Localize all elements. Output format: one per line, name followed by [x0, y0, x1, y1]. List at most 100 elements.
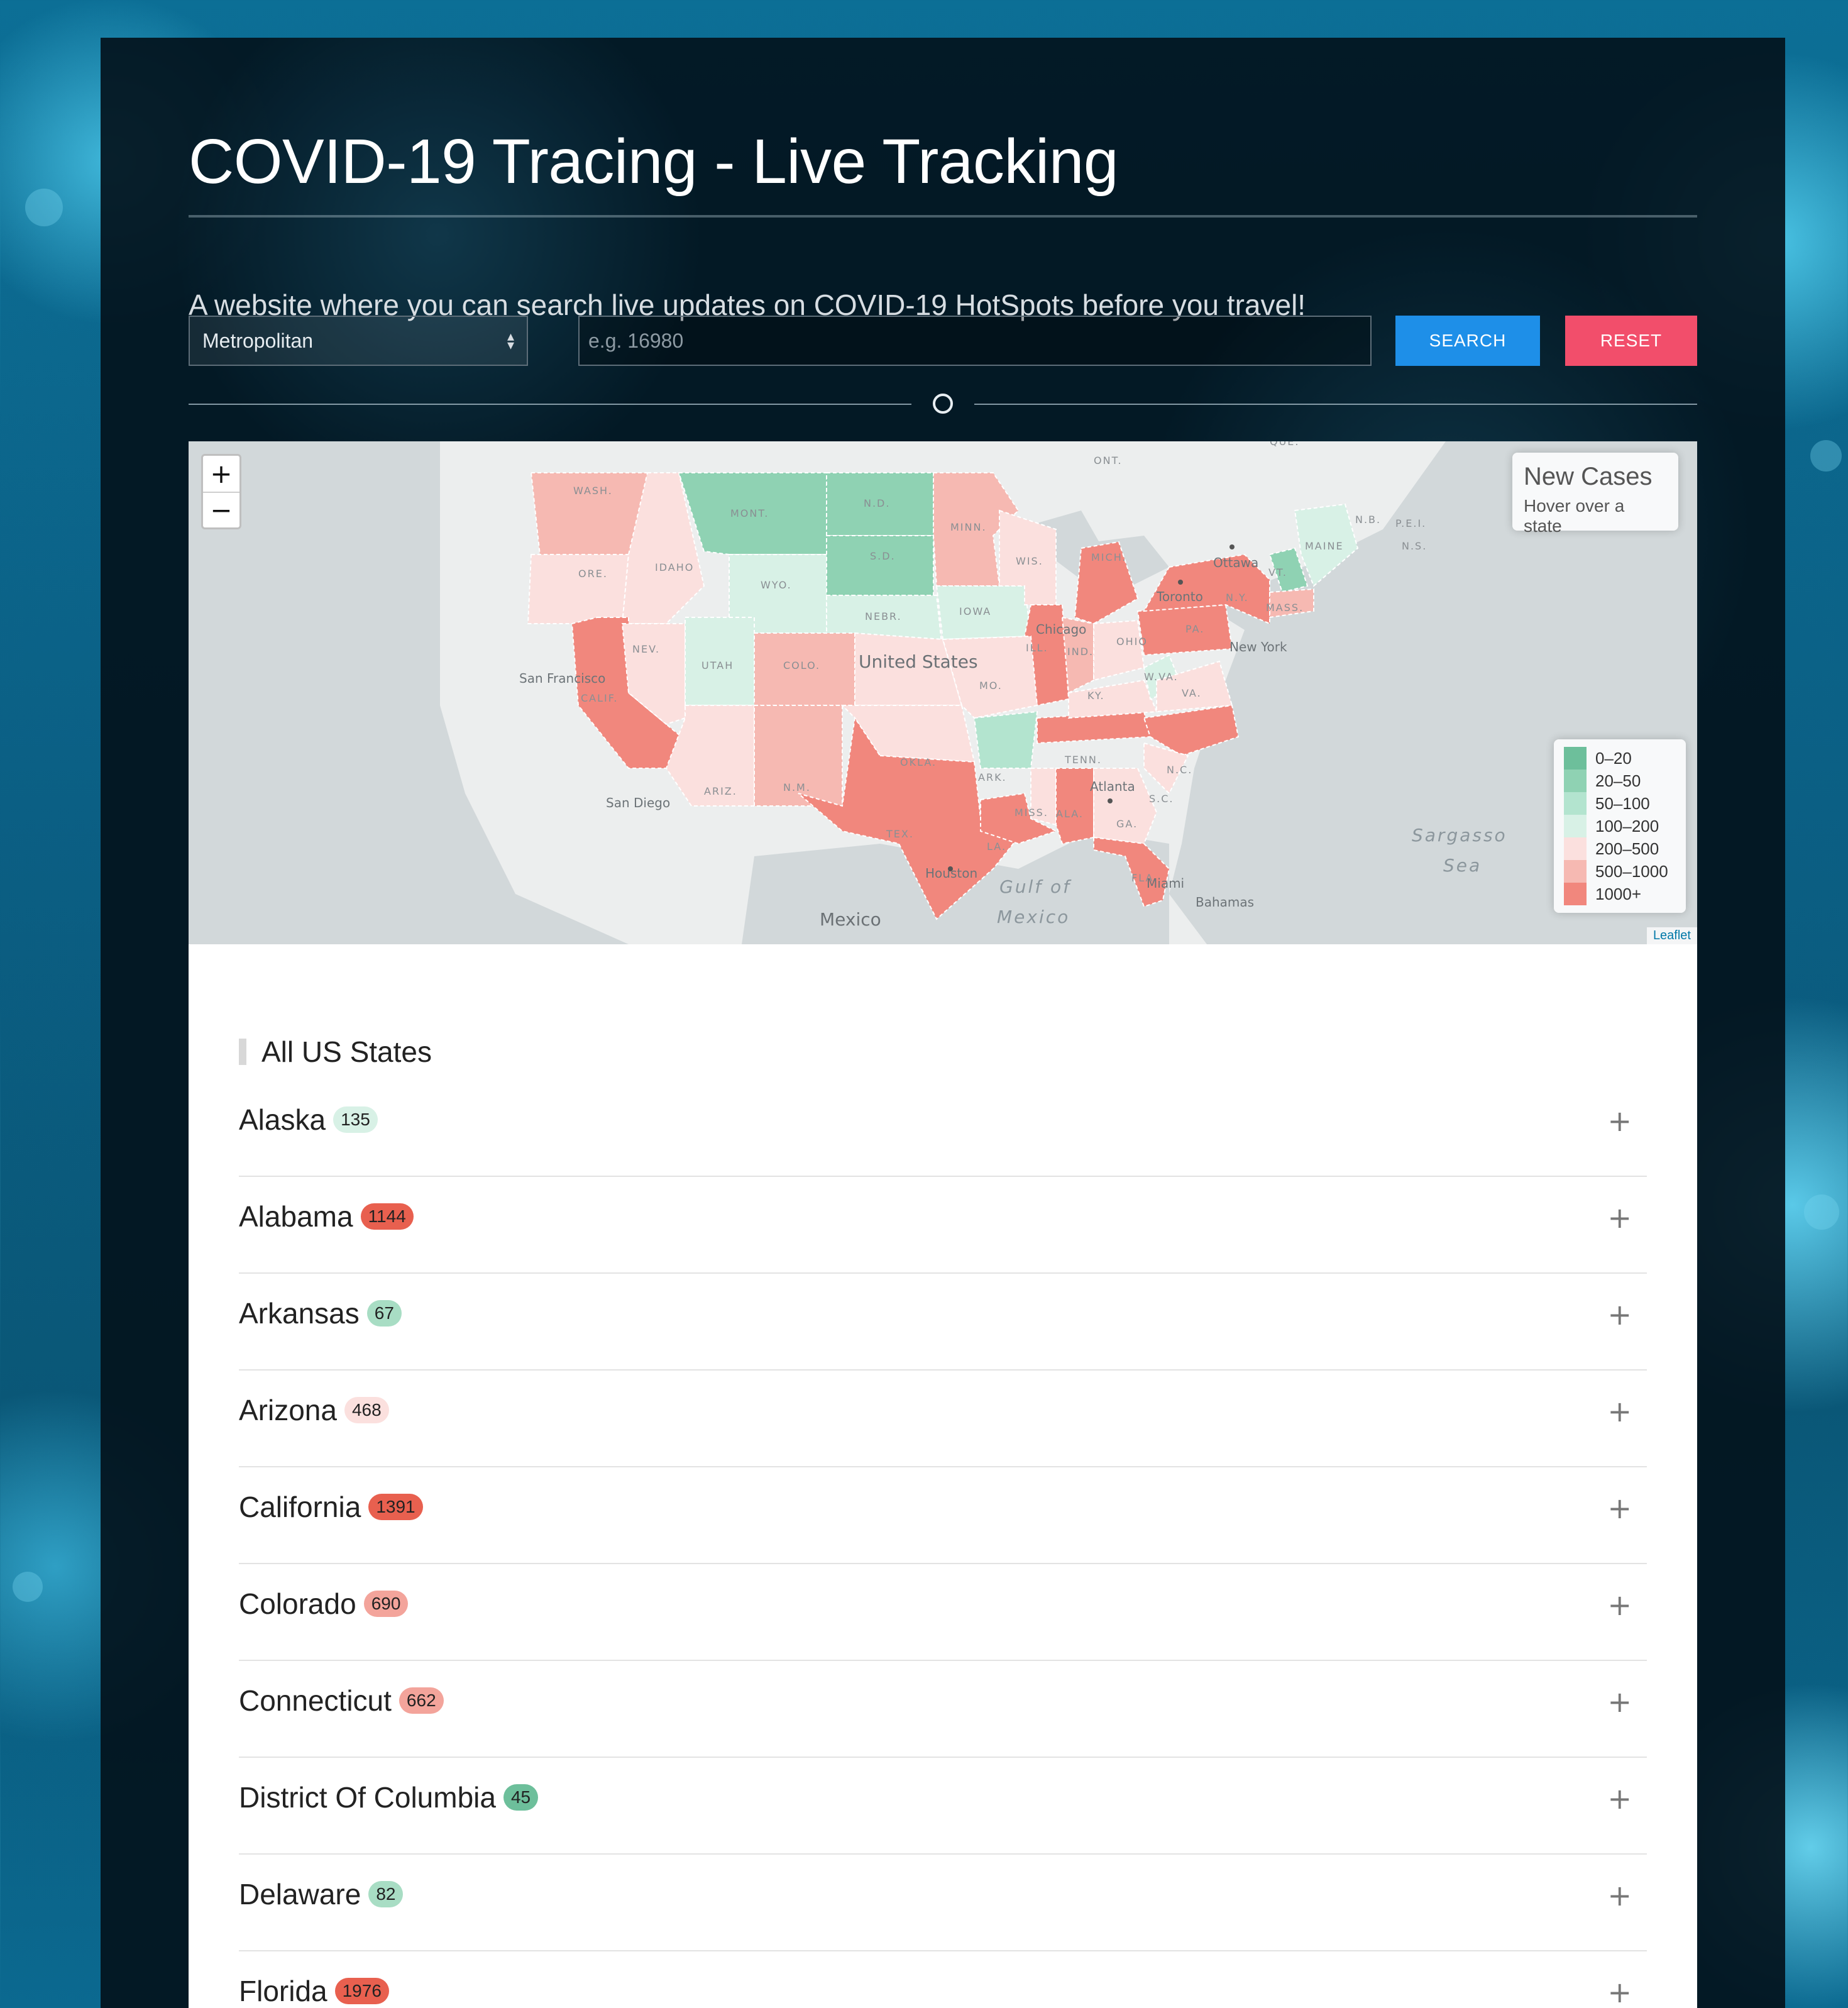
label-ore: ORE.: [578, 568, 608, 580]
expand-plus-icon[interactable]: +: [1607, 1588, 1632, 1622]
state-row-heading: California 1391: [239, 1490, 423, 1524]
legend-swatch: [1564, 770, 1587, 792]
circle-icon: [933, 394, 953, 414]
state-accordion-row[interactable]: Colorado 690 +: [239, 1564, 1647, 1661]
expand-plus-icon[interactable]: +: [1607, 1975, 1632, 2008]
new-cases-badge: 1144: [360, 1203, 414, 1230]
state-name: Alaska: [239, 1103, 326, 1136]
state-accordion-row[interactable]: Florida 1976 +: [239, 1951, 1647, 2008]
expand-plus-icon[interactable]: +: [1607, 1878, 1632, 1912]
main-panel: COVID-19 Tracing - Live Tracking A websi…: [101, 38, 1785, 2008]
new-cases-badge: 690: [363, 1591, 409, 1617]
label-san-francisco: San Francisco: [519, 671, 605, 686]
state-accordion-row[interactable]: District Of Columbia 45 +: [239, 1758, 1647, 1855]
expand-plus-icon[interactable]: +: [1607, 1685, 1632, 1719]
city-dot: [948, 866, 953, 871]
label-mexico: Mexico: [820, 909, 881, 930]
expand-plus-icon[interactable]: +: [1607, 1394, 1632, 1428]
new-cases-badge: 82: [368, 1881, 404, 1907]
legend-row: 50–100: [1564, 792, 1676, 815]
label-chicago: Chicago: [1036, 622, 1086, 637]
states-list-header: All US States: [239, 1035, 432, 1068]
state-row-heading: Connecticut 662: [239, 1684, 444, 1718]
label-ont: ONT.: [1094, 455, 1123, 466]
us-states-map[interactable]: ONT. QUE. WASH. MONT. N.D. MINN. S.D. OR…: [189, 441, 1697, 944]
state-accordion-row[interactable]: Alaska 135 +: [239, 1080, 1647, 1177]
label-va: VA.: [1182, 687, 1202, 699]
legend-label: 100–200: [1595, 816, 1659, 836]
label-sargasso-1: Sargasso: [1412, 825, 1507, 846]
info-title: New Cases: [1524, 463, 1653, 490]
label-atlanta: Atlanta: [1090, 779, 1135, 794]
legend-row: 20–50: [1564, 770, 1676, 792]
expand-plus-icon[interactable]: +: [1607, 1201, 1632, 1235]
label-ky: KY.: [1087, 690, 1105, 702]
label-ind: IND.: [1067, 646, 1094, 658]
map-canvas[interactable]: ONT. QUE. WASH. MONT. N.D. MINN. S.D. OR…: [189, 441, 1697, 944]
state-name: District Of Columbia: [239, 1781, 496, 1814]
legend-swatch: [1564, 860, 1587, 883]
label-bahamas: Bahamas: [1196, 895, 1254, 910]
state-alabama[interactable]: [1055, 768, 1094, 845]
city-dot: [1178, 580, 1183, 585]
expand-plus-icon[interactable]: +: [1607, 1298, 1632, 1332]
legend-label: 0–20: [1595, 748, 1632, 768]
zoom-out-button[interactable]: −: [203, 492, 239, 527]
label-tenn: TENN.: [1064, 754, 1102, 766]
state-row-heading: Florida 1976: [239, 1974, 389, 2008]
expand-plus-icon[interactable]: +: [1607, 1491, 1632, 1525]
legend-row: 100–200: [1564, 815, 1676, 837]
region-type-select[interactable]: Metropolitan ▴ ▾: [189, 316, 528, 366]
zoom-in-button[interactable]: +: [203, 456, 239, 492]
legend-label: 50–100: [1595, 793, 1650, 813]
state-name: Delaware: [239, 1878, 361, 1911]
label-pei: P.E.I.: [1395, 517, 1426, 529]
state-name: Florida: [239, 1975, 327, 2007]
new-cases-badge: 468: [344, 1397, 389, 1423]
state-name: California: [239, 1491, 361, 1523]
state-accordion-row[interactable]: Arkansas 67 +: [239, 1274, 1647, 1371]
search-button[interactable]: SEARCH: [1395, 316, 1540, 366]
label-mass: MASS.: [1266, 602, 1304, 614]
legend-row: 200–500: [1564, 837, 1676, 860]
label-la: LA.: [987, 841, 1006, 852]
state-accordion-row[interactable]: California 1391 +: [239, 1467, 1647, 1564]
expand-plus-icon[interactable]: +: [1607, 1104, 1632, 1138]
state-name: Colorado: [239, 1587, 356, 1620]
state-accordion-row[interactable]: Connecticut 662 +: [239, 1661, 1647, 1758]
reset-button[interactable]: RESET: [1565, 316, 1697, 366]
legend-swatch: [1564, 837, 1587, 860]
label-pa: PA.: [1185, 623, 1204, 635]
state-accordion-row[interactable]: Arizona 468 +: [239, 1371, 1647, 1467]
states-list-section: All US States Alaska 135 + Alabama 1144 + Arka…: [189, 944, 1697, 2008]
header-accent-bar: [239, 1039, 246, 1065]
label-minn: MINN.: [950, 521, 987, 533]
state-oregon[interactable]: [527, 554, 630, 624]
label-sc: S.C.: [1149, 793, 1174, 805]
new-cases-badge: 662: [399, 1687, 444, 1714]
label-mo: MO.: [979, 680, 1003, 692]
legend-swatch: [1564, 883, 1587, 905]
city-dot: [1108, 798, 1113, 803]
label-sargasso-2: Sea: [1443, 855, 1482, 876]
state-pennsylvania[interactable]: [1136, 604, 1233, 656]
leaflet-attribution[interactable]: Leaflet: [1646, 927, 1697, 944]
legend-row: 0–20: [1564, 747, 1676, 770]
state-south-dakota[interactable]: [826, 535, 934, 596]
section-divider-right: [974, 404, 1697, 405]
expand-plus-icon[interactable]: +: [1607, 1782, 1632, 1816]
state-arkansas[interactable]: [973, 710, 1038, 769]
state-name: Connecticut: [239, 1684, 392, 1717]
label-ny: N.Y.: [1226, 592, 1249, 604]
label-okla: OKLA.: [900, 756, 937, 768]
new-cases-badge: 135: [333, 1106, 378, 1133]
legend-row: 500–1000: [1564, 860, 1676, 883]
label-vt: VT.: [1268, 566, 1287, 578]
state-accordion-row[interactable]: Delaware 82 +: [239, 1855, 1647, 1951]
state-accordion-row[interactable]: Alabama 1144 +: [239, 1177, 1647, 1274]
state-row-heading: Arkansas 67: [239, 1296, 402, 1330]
label-mich: MICH.: [1091, 551, 1127, 563]
updown-chevron-icon: ▴ ▾: [507, 328, 514, 353]
state-row-heading: Alabama 1144: [239, 1200, 414, 1233]
search-input[interactable]: [578, 316, 1372, 366]
